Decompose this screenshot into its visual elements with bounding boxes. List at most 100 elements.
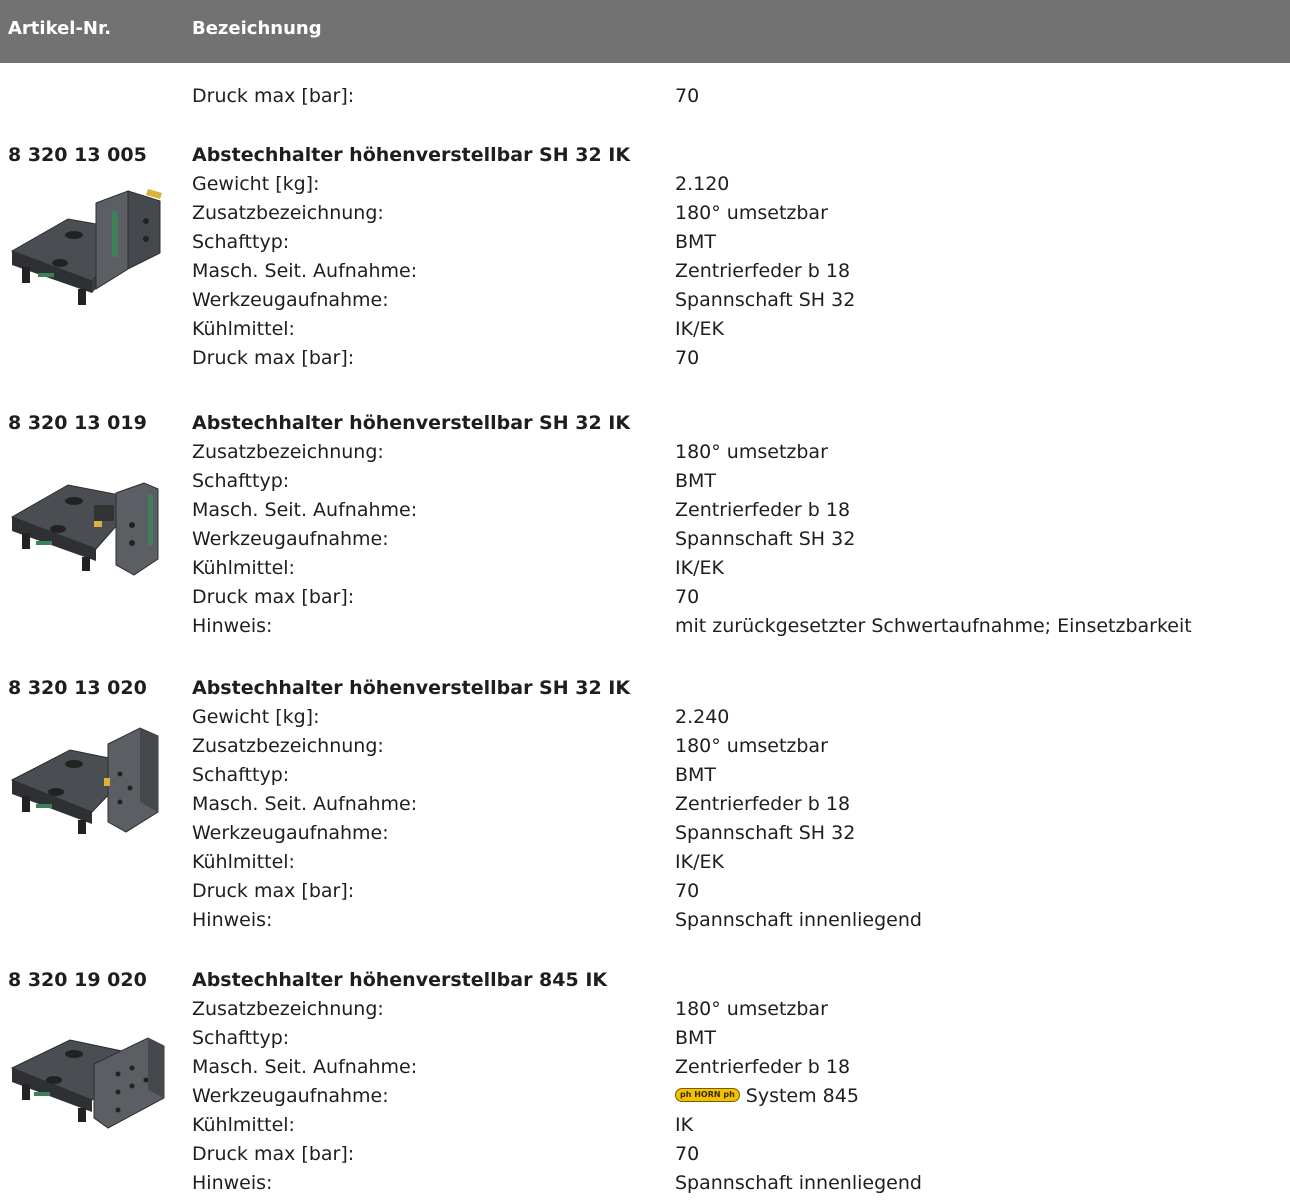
product-image	[10, 1037, 165, 1129]
property-value: 70	[675, 347, 700, 369]
property-row: Masch. Seit. Aufnahme: Zentrierfeder b 18	[0, 259, 1290, 288]
product-image	[10, 727, 159, 834]
property-label: Schafttyp:	[192, 1027, 290, 1049]
property-value: Zentrierfeder b 18	[675, 793, 851, 815]
property-row: Schafttyp: BMT	[0, 763, 1290, 792]
property-label: Werkzeugaufnahme:	[192, 289, 389, 311]
property-row: Gewicht [kg]: 2.240	[0, 705, 1290, 734]
property-value: IK/EK	[675, 557, 724, 579]
article-properties: Zusatzbezeichnung: 180° umsetzbar Schaftt…	[0, 997, 1290, 1200]
property-label: Masch. Seit. Aufnahme:	[192, 1056, 418, 1078]
property-value: ph HORN ph System 845	[675, 1084, 859, 1108]
article-name: Abstechhalter höhenverstellbar SH 32 IK	[192, 412, 631, 434]
property-label: Masch. Seit. Aufnahme:	[192, 499, 418, 521]
property-row: Schafttyp: BMT	[0, 230, 1290, 259]
header-article-number: Artikel-Nr.	[8, 18, 112, 39]
property-value: 180° umsetzbar	[675, 998, 828, 1020]
property-label: Werkzeugaufnahme:	[192, 1085, 389, 1107]
property-value: Spannschaft SH 32	[675, 289, 856, 311]
property-label: Hinweis:	[192, 615, 273, 637]
property-row: Druck max [bar]: 70	[0, 346, 1290, 375]
property-row: Druck max [bar]: 70	[0, 879, 1290, 908]
article-name: Abstechhalter höhenverstellbar SH 32 IK	[192, 144, 631, 166]
property-row: Zusatzbezeichnung: 180° umsetzbar	[0, 201, 1290, 230]
property-value: 70	[675, 1143, 700, 1165]
property-row: Hinweis: mit zurückgesetzter Schwertaufna…	[0, 614, 1290, 643]
article-properties: Gewicht [kg]: 2.120 Zusatzbezeichnung: 180…	[0, 172, 1290, 375]
property-row: Zusatzbezeichnung: 180° umsetzbar	[0, 997, 1290, 1026]
property-label: Hinweis:	[192, 1172, 273, 1194]
property-row: Werkzeugaufnahme: Spannschaft SH 32	[0, 288, 1290, 317]
property-value: IK/EK	[675, 851, 724, 873]
property-value: Spannschaft SH 32	[675, 822, 856, 844]
property-value: BMT	[675, 470, 717, 492]
property-row: Gewicht [kg]: 2.120	[0, 172, 1290, 201]
property-value: IK	[675, 1114, 694, 1136]
header-description: Bezeichnung	[192, 18, 322, 39]
property-value: Zentrierfeder b 18	[675, 260, 851, 282]
property-label: Kühlmittel:	[192, 318, 295, 340]
product-image	[10, 482, 159, 576]
property-label: Druck max [bar]:	[192, 586, 355, 608]
property-row: Hinweis: Spannschaft innenliegend	[0, 908, 1290, 937]
property-label: Druck max [bar]:	[192, 347, 355, 369]
property-row: Zusatzbezeichnung: 180° umsetzbar	[0, 440, 1290, 469]
article-number: 8 320 13 019	[8, 412, 147, 434]
property-value: mit zurückgesetzter Schwertaufnahme; Ein…	[675, 615, 1192, 637]
property-label: Masch. Seit. Aufnahme:	[192, 793, 418, 815]
property-value: 2.120	[675, 173, 730, 195]
article-name: Abstechhalter höhenverstellbar SH 32 IK	[192, 677, 631, 699]
property-value: IK/EK	[675, 318, 724, 340]
property-row: Masch. Seit. Aufnahme: Zentrierfeder b 18	[0, 1055, 1290, 1084]
property-row: Kühlmittel: IK/EK	[0, 556, 1290, 585]
property-row: Druck max [bar]: 70	[0, 1142, 1290, 1171]
property-row: Hinweis: Spannschaft innenliegend	[0, 1171, 1290, 1200]
table-header: Artikel-Nr. Bezeichnung	[0, 0, 1290, 63]
article-properties: Gewicht [kg]: 2.240 Zusatzbezeichnung: 180…	[0, 705, 1290, 937]
property-label: Zusatzbezeichnung:	[192, 998, 384, 1020]
property-row: Masch. Seit. Aufnahme: Zentrierfeder b 18	[0, 792, 1290, 821]
property-value: 180° umsetzbar	[675, 441, 828, 463]
product-image	[10, 189, 162, 305]
property-value: Zentrierfeder b 18	[675, 499, 851, 521]
property-row: Kühlmittel: IK/EK	[0, 850, 1290, 879]
property-row: Werkzeugaufnahme: ph HORN ph System 845	[0, 1084, 1290, 1113]
property-value: 70	[675, 586, 700, 608]
property-label: Hinweis:	[192, 909, 273, 931]
property-label: Werkzeugaufnahme:	[192, 528, 389, 550]
property-row: Kühlmittel: IK	[0, 1113, 1290, 1142]
property-label: Kühlmittel:	[192, 1114, 295, 1136]
property-value: BMT	[675, 231, 717, 253]
property-row: Werkzeugaufnahme: Spannschaft SH 32	[0, 821, 1290, 850]
property-label: Werkzeugaufnahme:	[192, 822, 389, 844]
property-row: Schafttyp: BMT	[0, 469, 1290, 498]
property-label: Kühlmittel:	[192, 851, 295, 873]
property-label: Schafttyp:	[192, 231, 290, 253]
property-value: Spannschaft innenliegend	[675, 909, 922, 931]
property-value: 70	[675, 880, 700, 902]
property-label: Gewicht [kg]:	[192, 706, 320, 728]
property-value: Spannschaft innenliegend	[675, 1172, 922, 1194]
property-label: Zusatzbezeichnung:	[192, 441, 384, 463]
property-label: Gewicht [kg]:	[192, 173, 320, 195]
article-number: 8 320 13 020	[8, 677, 147, 699]
property-value: Zentrierfeder b 18	[675, 1056, 851, 1078]
article-properties: Zusatzbezeichnung: 180° umsetzbar Schaftt…	[0, 440, 1290, 643]
property-value: BMT	[675, 1027, 717, 1049]
property-row: Schafttyp: BMT	[0, 1026, 1290, 1055]
property-row: Kühlmittel: IK/EK	[0, 317, 1290, 346]
property-value: Spannschaft SH 32	[675, 528, 856, 550]
property-value: 180° umsetzbar	[675, 202, 828, 224]
property-value: 180° umsetzbar	[675, 735, 828, 757]
article-number: 8 320 19 020	[8, 969, 147, 991]
property-value: BMT	[675, 764, 717, 786]
article-number: 8 320 13 005	[8, 144, 147, 166]
property-label: Masch. Seit. Aufnahme:	[192, 260, 418, 282]
property-label: Zusatzbezeichnung:	[192, 735, 384, 757]
property-value: 2.240	[675, 706, 730, 728]
property-label: Schafttyp:	[192, 470, 290, 492]
property-label: Zusatzbezeichnung:	[192, 202, 384, 224]
article-name: Abstechhalter höhenverstellbar 845 IK	[192, 969, 608, 991]
property-label: Druck max [bar]:	[192, 880, 355, 902]
property-row: Masch. Seit. Aufnahme: Zentrierfeder b 18	[0, 498, 1290, 527]
